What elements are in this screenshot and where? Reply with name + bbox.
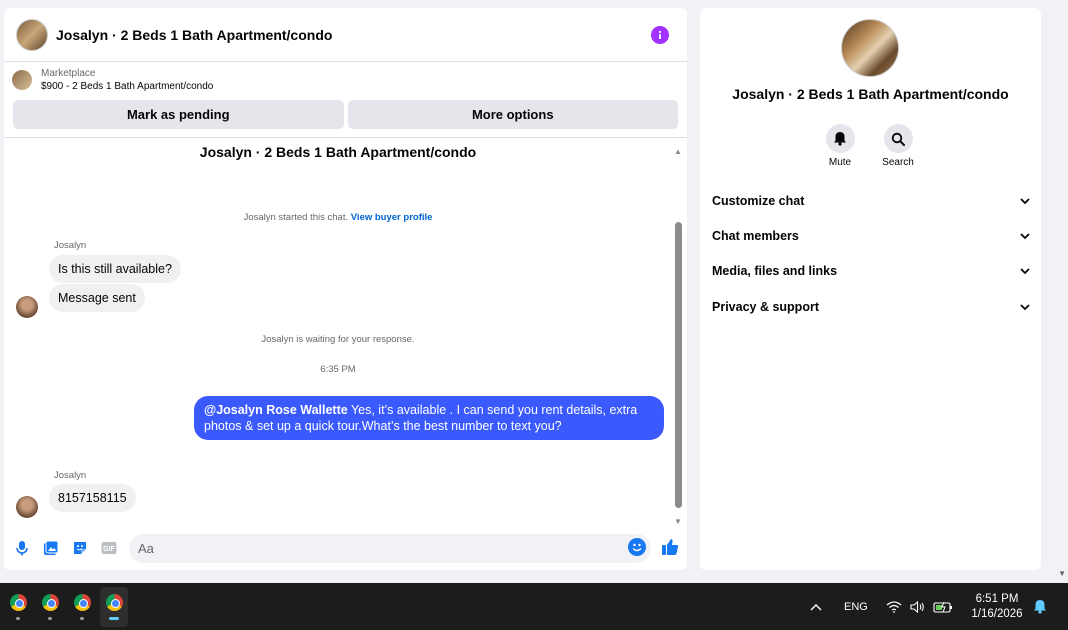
chrome-icon bbox=[105, 594, 123, 611]
view-buyer-profile-link[interactable]: View buyer profile bbox=[351, 212, 433, 223]
mute-label: Mute bbox=[828, 157, 852, 168]
message-input[interactable] bbox=[129, 533, 651, 563]
show-hidden-icons-button[interactable] bbox=[810, 583, 822, 630]
running-indicator bbox=[16, 617, 20, 620]
marketplace-label: Marketplace bbox=[41, 68, 96, 79]
chevron-down-icon bbox=[1020, 232, 1030, 239]
scroll-up-arrow-icon[interactable]: ▲ bbox=[673, 146, 683, 156]
section-label: Media, files and links bbox=[712, 264, 838, 278]
message-sender: Josalyn bbox=[54, 470, 87, 481]
incoming-message[interactable]: Message sent bbox=[49, 284, 145, 312]
taskbar-chrome-app[interactable] bbox=[36, 587, 64, 627]
incoming-message[interactable]: Is this still available? bbox=[49, 255, 181, 283]
outgoing-message[interactable]: @Josalyn Rose Wallette Yes, it’s availab… bbox=[194, 396, 664, 440]
sender-avatar[interactable] bbox=[16, 296, 38, 318]
search-icon bbox=[883, 124, 913, 153]
message-timestamp: 6:35 PM bbox=[320, 364, 356, 375]
bell-icon bbox=[825, 124, 855, 153]
chat-members-section[interactable]: Chat members bbox=[712, 225, 1030, 247]
conversation-title: Josalyn · 2 Beds 1 Bath Apartment/condo bbox=[199, 144, 477, 160]
microphone-icon[interactable] bbox=[13, 539, 31, 557]
battery-icon[interactable] bbox=[933, 583, 953, 630]
chrome-icon bbox=[9, 594, 27, 611]
photo-icon[interactable] bbox=[42, 539, 60, 557]
running-indicator bbox=[80, 617, 84, 620]
taskbar-chrome-app-active[interactable] bbox=[100, 587, 128, 627]
media-files-links-section[interactable]: Media, files and links bbox=[712, 260, 1030, 282]
sticker-icon[interactable] bbox=[71, 539, 89, 557]
message-scrollbar[interactable]: ▲ ▼ bbox=[673, 144, 683, 528]
chevron-down-icon bbox=[1020, 267, 1030, 274]
clock-date: 1/16/2026 bbox=[971, 608, 1023, 620]
mention-text[interactable]: @Josalyn Rose Wallette bbox=[204, 403, 348, 417]
wifi-icon[interactable] bbox=[886, 583, 902, 630]
chevron-down-icon bbox=[1020, 303, 1030, 310]
system-clock[interactable]: 6:51 PM 1/16/2026 bbox=[966, 592, 1028, 622]
message-list: Josalyn · 2 Beds 1 Bath Apartment/condo … bbox=[4, 138, 676, 522]
chevron-down-icon bbox=[1020, 197, 1030, 204]
info-panel-title: Josalyn · 2 Beds 1 Bath Apartment/condo bbox=[732, 86, 1009, 102]
message-sender: Josalyn bbox=[54, 240, 87, 251]
waiting-notice: Josalyn is waiting for your response. bbox=[261, 334, 415, 345]
running-indicator bbox=[109, 617, 119, 620]
taskbar: ENG 6:51 PM 1/16/2026 bbox=[0, 583, 1068, 630]
message-composer: GIF bbox=[4, 530, 687, 566]
search-button[interactable]: Search bbox=[868, 124, 928, 168]
scroll-down-arrow-icon[interactable]: ▼ bbox=[673, 516, 683, 526]
chat-info-panel: Josalyn · 2 Beds 1 Bath Apartment/condo … bbox=[700, 8, 1041, 570]
chat-panel: Josalyn · 2 Beds 1 Bath Apartment/condo … bbox=[4, 8, 687, 570]
taskbar-chrome-app[interactable] bbox=[68, 587, 96, 627]
info-icon[interactable] bbox=[651, 25, 669, 44]
taskbar-chrome-app[interactable] bbox=[4, 587, 32, 627]
mute-button[interactable]: Mute bbox=[810, 124, 870, 168]
mark-as-pending-button[interactable]: Mark as pending bbox=[13, 100, 344, 129]
svg-text:GIF: GIF bbox=[103, 546, 115, 553]
running-indicator bbox=[48, 617, 52, 620]
thumbs-up-icon[interactable] bbox=[660, 537, 680, 562]
marketplace-listing-row[interactable]: Marketplace $900 - 2 Beds 1 Bath Apartme… bbox=[4, 62, 687, 96]
listing-avatar[interactable] bbox=[16, 18, 48, 51]
chat-started-notice: Josalyn started this chat. View buyer pr… bbox=[4, 212, 672, 223]
sender-avatar[interactable] bbox=[16, 496, 38, 518]
listing-actions: Mark as pending More options bbox=[4, 96, 687, 138]
page-scroll-down-arrow-icon[interactable]: ▼ bbox=[1058, 569, 1066, 578]
chrome-icon bbox=[41, 594, 59, 611]
marketplace-item: $900 - 2 Beds 1 Bath Apartment/condo bbox=[41, 81, 214, 92]
chevron-up-icon bbox=[810, 603, 822, 610]
gif-icon[interactable]: GIF bbox=[100, 539, 118, 557]
chat-header-title[interactable]: Josalyn · 2 Beds 1 Bath Apartment/condo bbox=[56, 27, 651, 43]
clock-time: 6:51 PM bbox=[975, 593, 1019, 605]
search-label: Search bbox=[882, 157, 914, 168]
volume-icon[interactable] bbox=[910, 583, 925, 630]
emoji-icon[interactable] bbox=[628, 538, 646, 556]
section-label: Chat members bbox=[712, 229, 799, 243]
incoming-message[interactable]: 8157158115 bbox=[49, 484, 136, 512]
chrome-icon bbox=[73, 594, 91, 611]
notification-bell-icon[interactable] bbox=[1033, 583, 1047, 630]
scrollbar-thumb[interactable] bbox=[675, 222, 682, 508]
customize-chat-section[interactable]: Customize chat bbox=[712, 190, 1030, 212]
more-options-button[interactable]: More options bbox=[347, 100, 678, 129]
chat-started-text: Josalyn started this chat. bbox=[243, 212, 349, 223]
listing-profile-photo[interactable] bbox=[841, 19, 899, 77]
language-indicator[interactable]: ENG bbox=[844, 583, 868, 630]
section-label: Privacy & support bbox=[712, 300, 819, 314]
section-label: Customize chat bbox=[712, 194, 805, 208]
listing-thumbnail bbox=[12, 70, 32, 90]
chat-header: Josalyn · 2 Beds 1 Bath Apartment/condo bbox=[4, 8, 687, 62]
privacy-support-section[interactable]: Privacy & support bbox=[712, 296, 1030, 318]
